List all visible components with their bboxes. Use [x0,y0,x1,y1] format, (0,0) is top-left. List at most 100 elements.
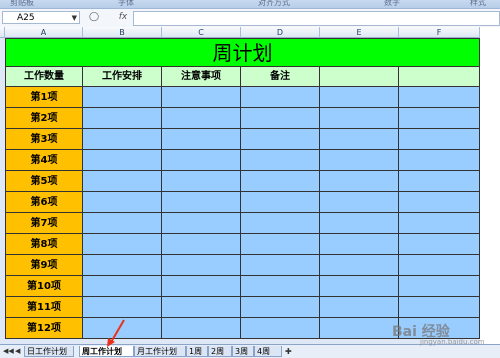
data-cell[interactable] [320,108,399,129]
row-label-cell[interactable]: 第6项 [5,192,83,213]
data-cell[interactable] [241,276,320,297]
row-label-cell[interactable]: 第3项 [5,129,83,150]
data-cell[interactable] [320,213,399,234]
row-label-cell[interactable]: 第8项 [5,234,83,255]
data-cell[interactable] [162,276,241,297]
row-label-cell[interactable]: 第10项 [5,276,83,297]
data-cell[interactable] [241,255,320,276]
sheet-tab-week1[interactable]: 1周 [186,346,208,357]
row-label-cell[interactable]: 第2项 [5,108,83,129]
name-box[interactable]: A25 ▼ [2,11,80,24]
data-cell[interactable] [320,318,399,339]
data-cell[interactable] [241,234,320,255]
data-cell[interactable] [241,297,320,318]
column-header-b[interactable]: B [83,27,162,38]
data-cell[interactable] [399,234,480,255]
data-cell[interactable] [83,276,162,297]
data-cell[interactable] [162,297,241,318]
data-cell[interactable] [320,192,399,213]
sheet-title[interactable]: 周计划 [5,38,480,67]
ribbon-group-styles[interactable]: 样式 [470,0,486,8]
sheet-tab-week3[interactable]: 3周 [232,346,254,357]
row-label-cell[interactable]: 第11项 [5,297,83,318]
data-cell[interactable] [241,129,320,150]
column-header-e[interactable]: E [320,27,399,38]
data-cell[interactable] [399,192,480,213]
header-cell-count[interactable]: 工作数量 [5,67,83,87]
header-cell-remarks[interactable]: 备注 [241,67,320,87]
data-cell[interactable] [83,150,162,171]
data-cell[interactable] [399,108,480,129]
row-label-cell[interactable]: 第4项 [5,150,83,171]
data-cell[interactable] [162,108,241,129]
data-cell[interactable] [83,129,162,150]
ribbon-group-alignment[interactable]: 对齐方式 [258,0,290,8]
data-cell[interactable] [399,150,480,171]
data-cell[interactable] [162,318,241,339]
data-cell[interactable] [241,171,320,192]
chevron-down-icon[interactable]: ▼ [72,12,77,25]
column-header-a[interactable]: A [5,27,83,38]
formula-expand-icon[interactable]: ◯ [88,12,100,24]
data-cell[interactable] [399,213,480,234]
data-cell[interactable] [320,87,399,108]
row-label-cell[interactable]: 第9项 [5,255,83,276]
data-cell[interactable] [162,87,241,108]
column-header-c[interactable]: C [162,27,241,38]
data-cell[interactable] [83,87,162,108]
insert-function-icon[interactable]: fx [116,12,130,24]
data-cell[interactable] [162,129,241,150]
data-cell[interactable] [83,255,162,276]
sheet-tab-daily[interactable]: 日工作计划 [24,346,74,357]
column-header-d[interactable]: D [241,27,320,38]
prev-sheet-icon[interactable]: ◀ [15,347,20,355]
data-cell[interactable] [83,213,162,234]
header-cell-arrangement[interactable]: 工作安排 [83,67,162,87]
sheet-tab-week4[interactable]: 4周 [254,346,282,357]
data-cell[interactable] [399,297,480,318]
data-cell[interactable] [320,276,399,297]
row-label-cell[interactable]: 第1项 [5,87,83,108]
data-cell[interactable] [162,192,241,213]
ribbon-group-font[interactable]: 字体 [118,0,134,8]
data-cell[interactable] [320,171,399,192]
data-cell[interactable] [320,150,399,171]
row-label-cell[interactable]: 第12项 [5,318,83,339]
header-cell-notes[interactable]: 注意事项 [162,67,241,87]
data-cell[interactable] [399,255,480,276]
data-cell[interactable] [320,234,399,255]
data-cell[interactable] [399,171,480,192]
row-label-cell[interactable]: 第5项 [5,171,83,192]
data-cell[interactable] [83,108,162,129]
ribbon-group-clipboard[interactable]: 剪贴板 [10,0,34,8]
formula-input[interactable] [133,11,500,26]
sheet-empty-area[interactable] [480,27,500,344]
data-cell[interactable] [399,129,480,150]
data-cell[interactable] [162,171,241,192]
header-cell-f[interactable] [399,67,480,87]
data-cell[interactable] [83,192,162,213]
data-cell[interactable] [162,213,241,234]
data-cell[interactable] [241,87,320,108]
data-cell[interactable] [399,276,480,297]
data-cell[interactable] [320,129,399,150]
ribbon-group-number[interactable]: 数字 [384,0,400,8]
sheet-tab-week2[interactable]: 2周 [208,346,232,357]
sheet-tab-monthly[interactable]: 月工作计划 [134,346,186,357]
data-cell[interactable] [241,108,320,129]
data-cell[interactable] [83,297,162,318]
column-header-f[interactable]: F [399,27,480,38]
data-cell[interactable] [241,318,320,339]
insert-sheet-icon[interactable]: ✚ [285,347,292,356]
data-cell[interactable] [83,171,162,192]
data-cell[interactable] [241,150,320,171]
data-cell[interactable] [241,192,320,213]
first-sheet-icon[interactable]: ◀◀ [3,347,14,355]
row-label-cell[interactable]: 第7项 [5,213,83,234]
data-cell[interactable] [320,297,399,318]
data-cell[interactable] [162,255,241,276]
data-cell[interactable] [399,87,480,108]
header-cell-e[interactable] [320,67,399,87]
data-cell[interactable] [241,213,320,234]
data-cell[interactable] [162,150,241,171]
